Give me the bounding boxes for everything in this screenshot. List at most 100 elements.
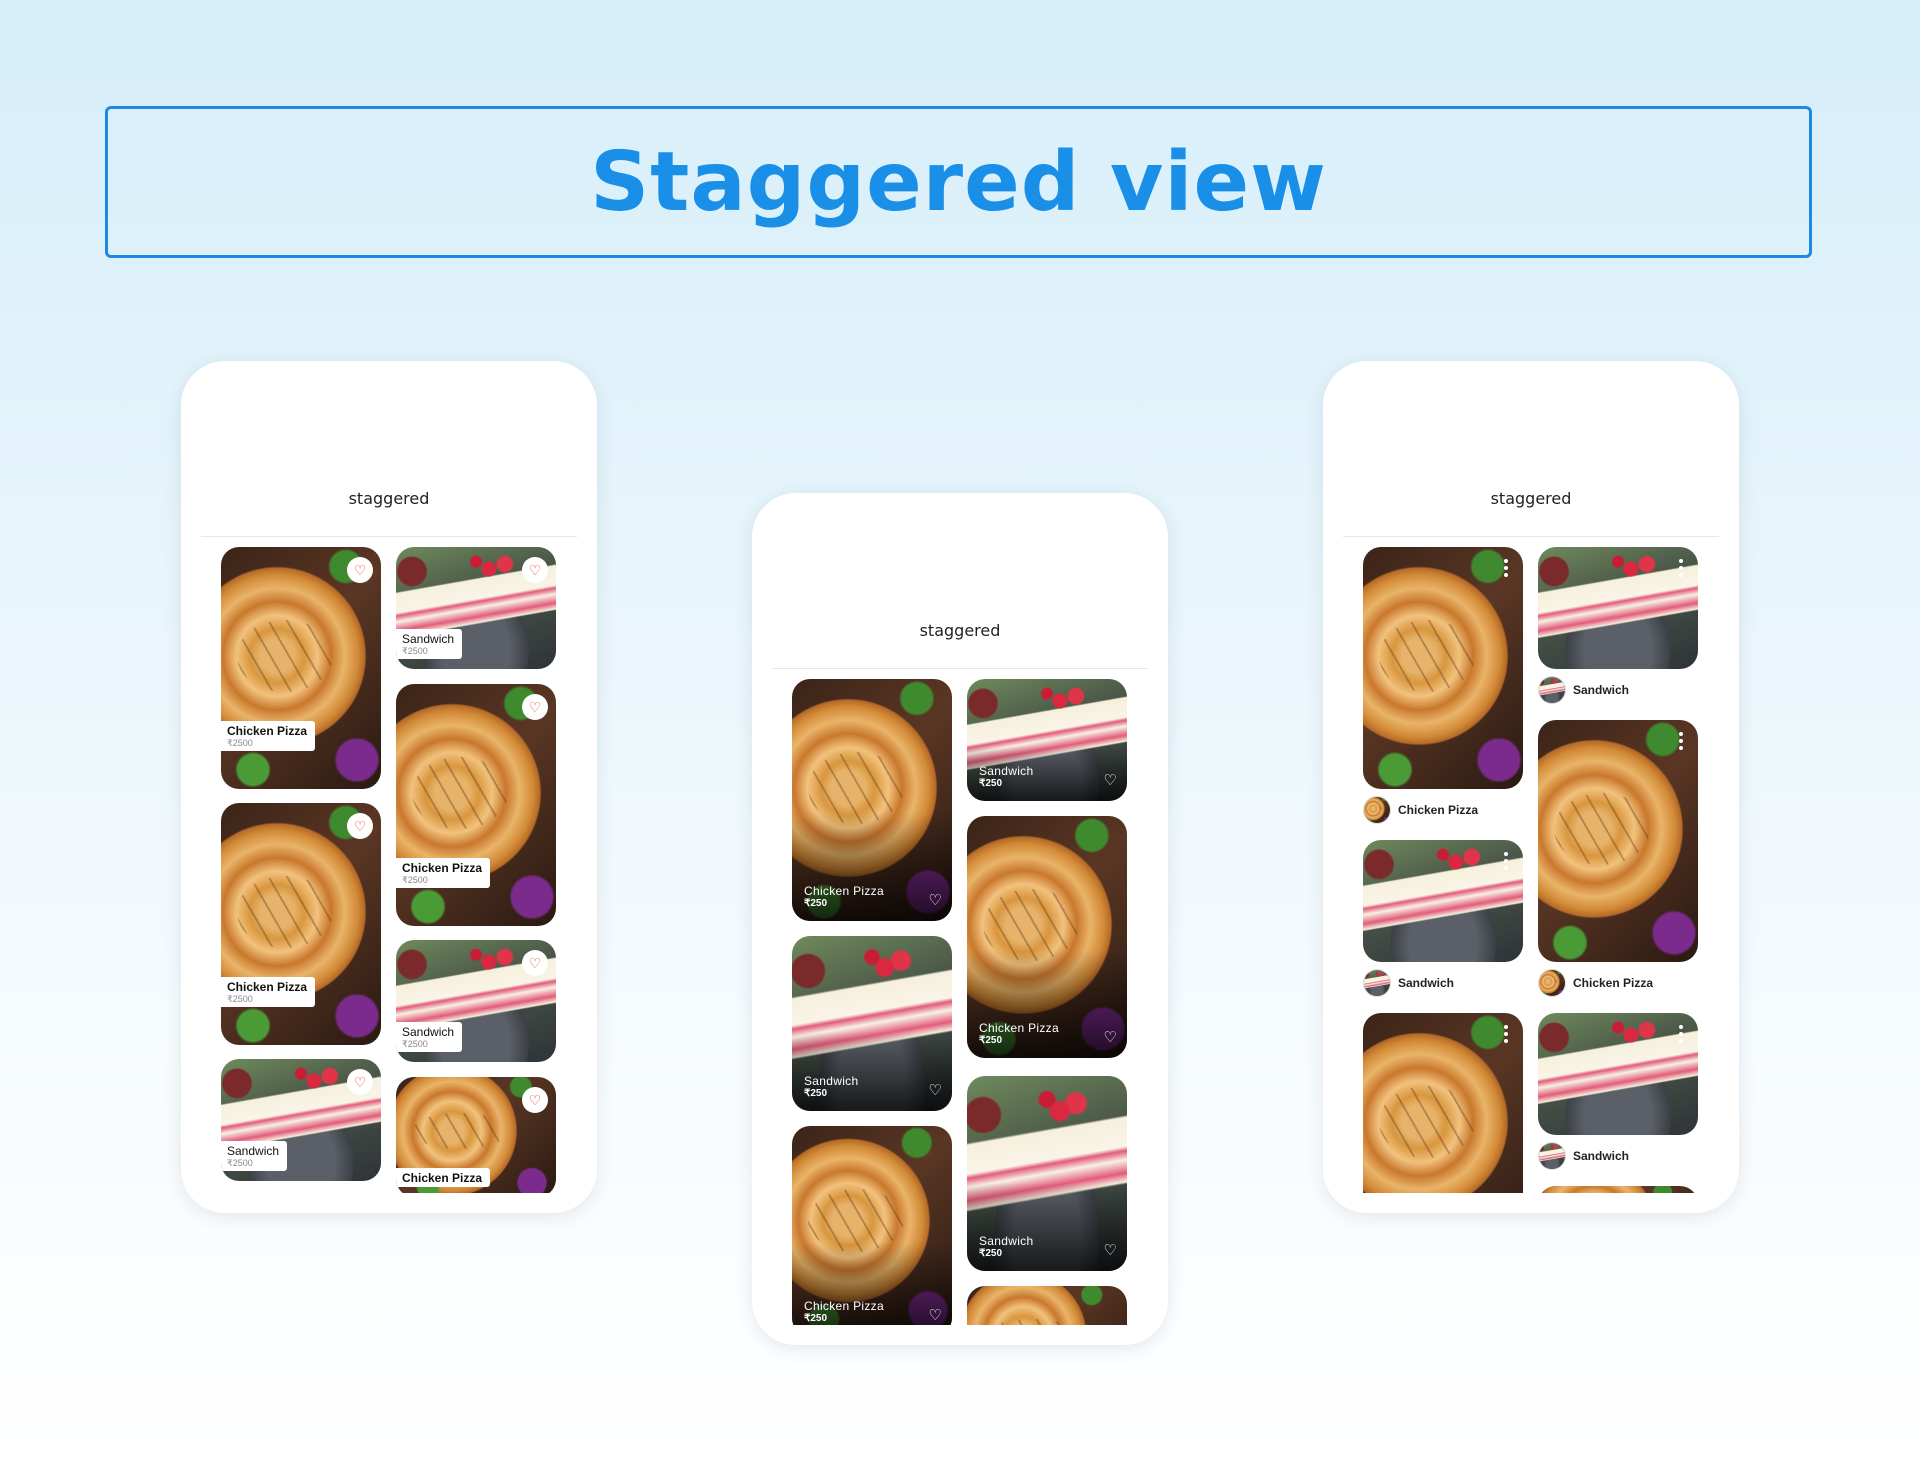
food-card[interactable]: ♡ Chicken Pizza ₹2500: [221, 803, 381, 1045]
item-name: Sandwich: [1398, 976, 1455, 990]
item-name: Chicken Pizza: [804, 1299, 884, 1313]
food-card[interactable]: Sandwich ₹250 ♡: [792, 936, 952, 1111]
heart-icon[interactable]: ♡: [347, 813, 373, 839]
food-card[interactable]: [1538, 1186, 1698, 1193]
item-overlay: Sandwich ₹250: [979, 1234, 1033, 1259]
item-name: Chicken Pizza: [804, 884, 884, 898]
cake-image: [1364, 970, 1390, 996]
cake-image: [1538, 1013, 1698, 1135]
item-caption[interactable]: Chicken Pizza: [1363, 796, 1478, 824]
item-caption[interactable]: Sandwich: [1363, 969, 1454, 997]
food-card[interactable]: [1363, 547, 1523, 789]
title-banner: Staggered view: [105, 106, 1812, 258]
staggered-grid[interactable]: Chicken Pizza Sandwich Sandwich Chicken Pi…: [1363, 547, 1699, 1193]
item-label: Sandwich ₹2500: [221, 1141, 288, 1171]
item-price: ₹250: [979, 1248, 1003, 1259]
item-name: Sandwich: [227, 1144, 280, 1158]
food-card[interactable]: ♡ Sandwich ₹2500: [396, 940, 556, 1062]
item-name: Sandwich: [1573, 1149, 1630, 1163]
food-card[interactable]: Chicken Pizza ₹250 ♡: [792, 1126, 952, 1325]
pizza-image: [967, 1286, 1127, 1325]
food-card[interactable]: ♡ Chicken Pizza ₹2500: [221, 547, 381, 789]
item-label: Sandwich ₹2500: [396, 1022, 463, 1052]
item-name: Sandwich: [804, 1074, 859, 1088]
food-card[interactable]: [1363, 840, 1523, 962]
item-label: Sandwich ₹2500: [396, 629, 463, 659]
item-label: Chicken Pizza ₹2500: [221, 977, 316, 1007]
more-vertical-icon[interactable]: [1679, 559, 1684, 577]
food-card[interactable]: Sandwich ₹250 ♡: [967, 679, 1127, 801]
heart-icon[interactable]: ♡: [1104, 771, 1117, 789]
more-vertical-icon[interactable]: [1504, 559, 1509, 577]
item-caption[interactable]: Chicken Pizza: [1538, 969, 1653, 997]
item-price: ₹2500: [402, 1039, 428, 1049]
heart-icon[interactable]: ♡: [522, 694, 548, 720]
cake-image: [1539, 677, 1565, 703]
item-name: Sandwich: [979, 1234, 1034, 1248]
pizza-image: [1364, 797, 1390, 823]
avatar: [1538, 969, 1566, 997]
more-vertical-icon[interactable]: [1679, 732, 1684, 750]
food-card[interactable]: ♡ Sandwich ₹2500: [396, 547, 556, 669]
app-bar-title: staggered: [919, 621, 1001, 640]
food-card[interactable]: [1363, 1013, 1523, 1193]
item-price: ₹250: [804, 1313, 828, 1324]
more-vertical-icon[interactable]: [1504, 852, 1509, 870]
pizza-image: [396, 684, 556, 926]
heart-icon[interactable]: ♡: [347, 1069, 373, 1095]
phone-mockup-white-label: staggered ♡ Chicken Pizza ₹2500 ♡ Chicken Pi…: [181, 361, 597, 1213]
item-label: Chicken Pizza ₹2500: [221, 721, 316, 751]
heart-icon[interactable]: ♡: [522, 950, 548, 976]
cake-image: [1539, 1143, 1565, 1169]
food-card[interactable]: [967, 1286, 1127, 1325]
item-overlay: Chicken Pizza ₹250: [979, 1021, 1059, 1046]
food-card[interactable]: Sandwich ₹250 ♡: [967, 1076, 1127, 1271]
item-price: ₹2500: [227, 738, 253, 748]
heart-icon[interactable]: ♡: [347, 557, 373, 583]
item-name: Sandwich: [402, 632, 455, 646]
heart-icon[interactable]: ♡: [522, 1087, 548, 1113]
food-card[interactable]: ♡ Sandwich ₹2500: [221, 1059, 381, 1181]
heart-icon[interactable]: ♡: [929, 1306, 942, 1324]
avatar: [1363, 969, 1391, 997]
pizza-image: [1538, 1186, 1698, 1193]
item-overlay: Sandwich ₹250: [804, 1074, 858, 1099]
pizza-image: [1539, 970, 1565, 996]
heart-icon[interactable]: ♡: [929, 1081, 942, 1099]
staggered-grid[interactable]: Chicken Pizza ₹250 ♡ Sandwich ₹250 ♡ Chicken P…: [792, 679, 1128, 1325]
food-card[interactable]: ♡ Chicken Pizza ₹2500: [396, 684, 556, 926]
more-vertical-icon[interactable]: [1679, 1025, 1684, 1043]
heart-icon[interactable]: ♡: [1104, 1028, 1117, 1046]
food-card[interactable]: [1538, 720, 1698, 962]
item-price: ₹2500: [227, 994, 253, 1004]
heart-icon[interactable]: ♡: [1104, 1241, 1117, 1259]
pizza-image: [792, 1126, 952, 1325]
item-name: Chicken Pizza: [1398, 803, 1479, 817]
app-bar: staggered: [201, 361, 577, 537]
food-card[interactable]: Chicken Pizza ₹250 ♡: [792, 679, 952, 921]
food-card[interactable]: Chicken Pizza ₹250 ♡: [967, 816, 1127, 1058]
item-price: ₹250: [804, 1088, 828, 1099]
avatar: [1538, 1142, 1566, 1170]
item-name: Sandwich: [1573, 683, 1630, 697]
item-overlay: Chicken Pizza ₹250: [804, 1299, 884, 1324]
item-name: Chicken Pizza: [402, 1171, 483, 1185]
food-card[interactable]: ♡ Chicken Pizza: [396, 1077, 556, 1193]
item-overlay: Chicken Pizza ₹250: [804, 884, 884, 909]
item-price: ₹250: [804, 898, 828, 909]
cake-image: [1538, 547, 1698, 669]
item-name: Chicken Pizza: [227, 980, 308, 994]
heart-icon[interactable]: ♡: [522, 557, 548, 583]
avatar: [1363, 796, 1391, 824]
staggered-grid[interactable]: ♡ Chicken Pizza ₹2500 ♡ Chicken Pizza ₹2500 ♡ S…: [221, 547, 557, 1193]
food-card[interactable]: [1538, 1013, 1698, 1135]
more-vertical-icon[interactable]: [1504, 1025, 1509, 1043]
item-name: Chicken Pizza: [979, 1021, 1059, 1035]
heart-icon[interactable]: ♡: [929, 891, 942, 909]
item-price: ₹2500: [402, 646, 428, 656]
food-card[interactable]: [1538, 547, 1698, 669]
item-caption[interactable]: Sandwich: [1538, 676, 1629, 704]
item-caption[interactable]: Sandwich: [1538, 1142, 1629, 1170]
phone-mockup-overlay: staggered Chicken Pizza ₹250 ♡ Sandwich ₹250…: [752, 493, 1168, 1345]
item-label: Chicken Pizza ₹2500: [396, 858, 491, 888]
